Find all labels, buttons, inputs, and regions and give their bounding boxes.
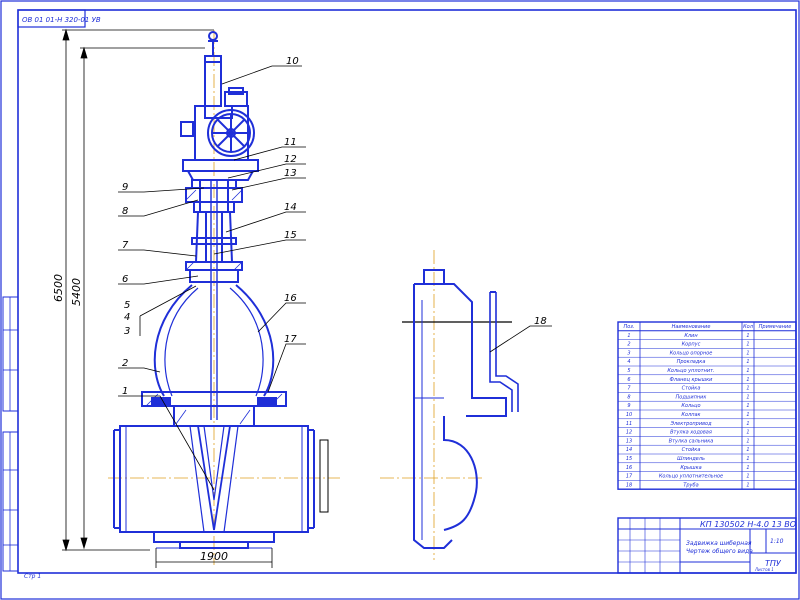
parts-table-cell: 9 — [627, 403, 630, 409]
parts-table-cell: Кольцо опорное — [670, 350, 713, 356]
parts-table-cell: Прокладка — [677, 359, 706, 365]
parts-table-cell: 1 — [746, 386, 749, 392]
parts-table-cell: 1 — [746, 482, 749, 488]
parts-table-cell: 1 — [746, 377, 749, 383]
callout-12: 12 — [284, 154, 297, 165]
parts-table-cell: 11 — [626, 421, 632, 427]
title-name-line1: Задвижка шиберная — [686, 540, 752, 547]
parts-table-cell: 1 — [746, 403, 749, 409]
parts-table-cell: 10 — [626, 412, 632, 418]
callout-10: 10 — [286, 56, 299, 67]
parts-table-cell: Втулка сальника — [669, 438, 714, 444]
callout-17: 17 — [284, 334, 297, 345]
callout-7: 7 — [122, 240, 129, 251]
parts-table-cell: Электропривод — [669, 421, 712, 427]
parts-table-header: Поз. — [623, 324, 634, 330]
corner-mark: Стр 1 — [24, 573, 41, 580]
parts-table-cell: Шпиндель — [677, 456, 705, 462]
title-scale: 1:10 — [770, 538, 784, 545]
drawing-canvas: ОВ 01 01-Н 320-01 УВ 6500 5400 1900 10 1… — [0, 0, 800, 600]
parts-table-cell: 1 — [746, 465, 749, 471]
parts-table: Поз. Наименование Кол Примечание1 Клин 12 Корп… — [617, 321, 797, 490]
parts-table-cell: Колпак — [681, 412, 700, 418]
dimension-upper-height: 5400 — [70, 278, 83, 306]
parts-table-cell: Корпус — [682, 342, 701, 348]
title-block-text: КП 130502 Н-4.0 13 ВО Задвижка шиберная … — [686, 520, 796, 572]
dimension-base-width: 1900 — [200, 550, 228, 563]
parts-table-cell: 1 — [746, 430, 749, 436]
callout-11: 11 — [284, 137, 297, 148]
parts-table-cell: Кольцо уплотнительное — [659, 474, 723, 480]
callout-8: 8 — [122, 206, 128, 217]
main-view — [108, 30, 340, 565]
parts-table-cell: 16 — [626, 465, 632, 471]
parts-table-header: Примечание — [759, 324, 792, 330]
callout-4: 4 — [124, 312, 130, 323]
parts-table-cell: 5 — [627, 368, 630, 374]
parts-table-cell: Труба — [683, 482, 698, 488]
callout-15: 15 — [284, 230, 297, 241]
title-sheet: Листов 1 — [754, 567, 774, 572]
parts-table-cell: 4 — [627, 359, 630, 365]
top-stamp: ОВ 01 01-Н 320-01 УВ — [22, 16, 101, 24]
parts-table-cell: 12 — [626, 430, 632, 436]
parts-table-cell: 15 — [626, 456, 632, 462]
callout-18: 18 — [534, 316, 547, 327]
callout-5: 5 — [124, 300, 130, 311]
parts-table-cell: Фланец крышки — [670, 377, 714, 383]
parts-table-cell: Кольцо уплотнит. — [667, 368, 714, 374]
callout-1: 1 — [122, 386, 128, 397]
parts-table-cell: 14 — [626, 447, 632, 453]
parts-table-header: Наименование — [672, 324, 711, 330]
parts-table-border — [617, 321, 797, 490]
dimension-overall-height: 6500 — [52, 274, 65, 302]
parts-table-cell: 7 — [627, 386, 631, 392]
parts-table-cell: 1 — [746, 447, 749, 453]
parts-table-cell: 1 — [746, 456, 749, 462]
parts-table-cell: 1 — [746, 333, 749, 339]
parts-table-cell: 13 — [626, 438, 632, 444]
parts-table-cell: Кольцо — [681, 403, 700, 409]
parts-table-cell: 1 — [746, 394, 749, 400]
callout-16: 16 — [284, 293, 297, 304]
callout-2: 2 — [122, 358, 128, 369]
parts-table-cell: Втулка ходовая — [670, 430, 712, 436]
parts-table-header: Кол — [743, 324, 754, 330]
title-code: КП 130502 Н-4.0 13 ВО — [700, 520, 796, 529]
callout-6: 6 — [122, 274, 128, 285]
parts-table-cell: 2 — [627, 342, 630, 348]
callout-9: 9 — [122, 182, 128, 193]
parts-table-cell: 1 — [746, 350, 749, 356]
parts-table-cell: 1 — [627, 333, 630, 339]
callout-13: 13 — [284, 168, 297, 179]
parts-table-cell: 1 — [746, 342, 749, 348]
parts-table-cell: 1 — [746, 412, 749, 418]
parts-table-cell: 6 — [627, 377, 630, 383]
callout-3: 3 — [124, 326, 130, 337]
parts-table-cell: 1 — [746, 421, 749, 427]
parts-table-cell: Стойка — [682, 447, 701, 453]
parts-table-cell: Стойка — [682, 386, 701, 392]
callout-14: 14 — [284, 202, 297, 213]
parts-table-cell: Клин — [684, 333, 698, 339]
parts-table-cell: Крышка — [680, 465, 701, 471]
parts-table-cell: 1 — [746, 368, 749, 374]
parts-table-cell: Подшипник — [676, 394, 707, 400]
parts-table-cell: 1 — [746, 474, 749, 480]
title-name-line2: Чертеж общего вида — [686, 548, 753, 555]
parts-table-cell: 17 — [626, 474, 633, 480]
callout-numbers: 10 11 12 13 14 15 16 17 9 8 7 6 5 4 3 2 … — [122, 56, 547, 397]
parts-table-cell: 3 — [627, 350, 630, 356]
parts-table-cell: 1 — [746, 359, 749, 365]
parts-table-cell: 8 — [627, 394, 630, 400]
side-view — [380, 250, 519, 560]
parts-table-cell: 18 — [626, 482, 632, 488]
parts-table-cell: 1 — [746, 438, 749, 444]
